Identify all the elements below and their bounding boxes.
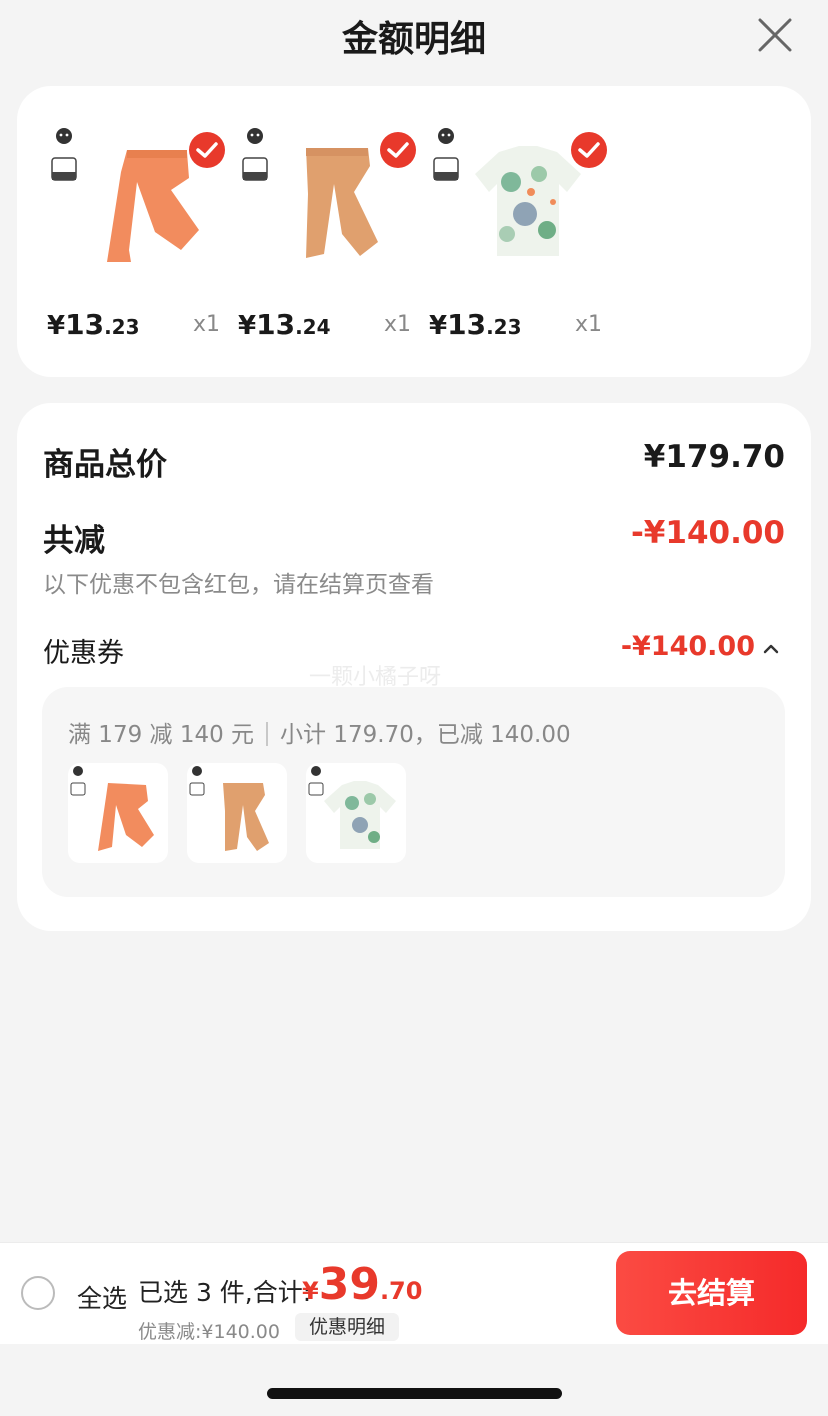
orange-pants-image (107, 150, 199, 262)
tan-pants-image (189, 766, 269, 851)
product-quantity: x1 (575, 312, 603, 337)
coupon-subtotal-text: 小计 179.70，已减 140.00 (280, 722, 571, 748)
coupon-product-thumb (187, 763, 287, 863)
reduction-value: -¥140.00 (630, 515, 785, 551)
discount-note: 以下优惠不包含红包，请在结算页查看 (43, 572, 434, 598)
selected-count: 已选 3 件,合计: (138, 1278, 312, 1307)
product-price: ¥13.23 (429, 308, 522, 341)
amount-detail-sheet: 金额明细 ¥13.23 x1 ¥13.24 x1 ¥13.23 x1 商品总价 … (0, 0, 828, 1416)
select-all-label[interactable]: 全选 (77, 1279, 127, 1315)
coupon-value: -¥140.00 (620, 631, 755, 662)
checked-icon[interactable] (189, 132, 225, 168)
floral-tshirt-image (308, 766, 396, 849)
product-item[interactable]: ¥13.23 x1 (37, 122, 225, 352)
home-indicator (267, 1388, 562, 1399)
checked-icon[interactable] (571, 132, 607, 168)
product-price: ¥13.24 (238, 308, 331, 341)
coupon-product-thumb (68, 763, 168, 863)
chevron-up-icon[interactable] (761, 639, 781, 659)
checkout-button[interactable]: 去结算 (616, 1251, 807, 1335)
product-quantity: x1 (384, 312, 412, 337)
orange-pants-image (70, 766, 154, 851)
coupon-detail-box: 满 179 减 140 元小计 179.70，已减 140.00 (42, 687, 785, 897)
reduction-label: 共减 (43, 523, 105, 559)
checkout-bar: 全选 已选 3 件,合计: ¥39.70 优惠减:¥140.00 优惠明细 去结… (0, 1242, 828, 1344)
product-quantity: x1 (193, 312, 221, 337)
page-title: 金额明细 (341, 19, 486, 60)
select-all-radio[interactable] (21, 1276, 55, 1310)
product-item[interactable]: ¥13.23 x1 (419, 122, 607, 352)
divider (266, 722, 269, 746)
order-total: ¥39.70 (302, 1259, 423, 1310)
header: 金额明细 (0, 0, 828, 72)
product-item[interactable]: ¥13.24 x1 (228, 122, 416, 352)
coupon-product-thumb (306, 763, 406, 863)
floral-tshirt-image (475, 146, 581, 256)
coupon-label: 优惠券 (43, 638, 124, 669)
price-summary-card: 商品总价 ¥179.70 共减 -¥140.00 以下优惠不包含红包，请在结算页… (17, 403, 811, 931)
total-price-value: ¥179.70 (643, 439, 785, 475)
discount-amount: 优惠减:¥140.00 (138, 1321, 280, 1343)
coupon-rule-text: 满 179 减 140 元 (68, 722, 255, 748)
discount-detail-button[interactable]: 优惠明细 (295, 1313, 400, 1341)
product-price: ¥13.23 (47, 308, 140, 341)
total-price-label: 商品总价 (43, 447, 167, 483)
coupon-rule: 满 179 减 140 元小计 179.70，已减 140.00 (68, 715, 571, 749)
selected-products-card: ¥13.23 x1 ¥13.24 x1 ¥13.23 x1 (17, 86, 811, 377)
tan-pants-image (306, 148, 378, 258)
close-icon[interactable] (752, 12, 798, 58)
checked-icon[interactable] (380, 132, 416, 168)
